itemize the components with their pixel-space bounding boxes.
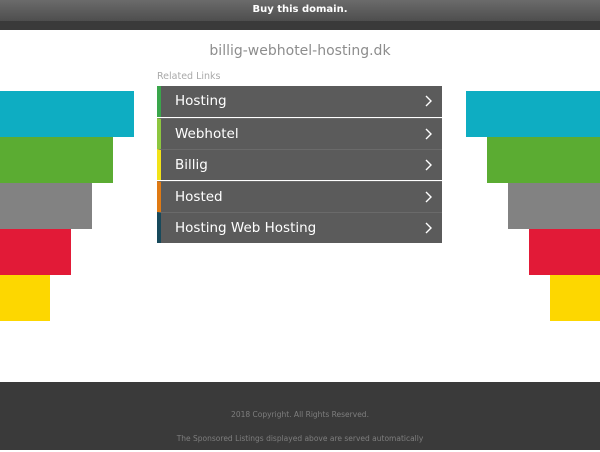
sponsored-disclaimer: The Sponsored Listings displayed above a… [176,434,424,443]
related-link-hosting[interactable]: Hosting [157,86,442,117]
related-link-label[interactable]: Hosting [175,86,227,117]
banner-divider [0,21,600,30]
left-bar-green [0,137,113,183]
right-bar-red [529,229,600,275]
disclaimer-continuation [175,446,425,452]
related-link-label[interactable]: Billig [175,150,208,181]
buy-domain-link[interactable]: Buy this domain. [252,4,347,15]
chevron-right-icon [425,159,432,171]
related-links-heading: Related Links [157,71,221,82]
related-link-webhotel[interactable]: Webhotel [157,117,442,150]
right-bar-yellow [550,275,600,321]
left-bar-yellow [0,275,50,321]
chevron-right-icon [425,128,432,140]
chevron-right-icon [425,222,432,234]
left-bar-red [0,229,71,275]
related-link-label[interactable]: Hosted [175,182,223,213]
chevron-right-icon [425,95,432,107]
right-bar-green [487,137,600,183]
chevron-right-icon [425,191,432,203]
domain-name-title: billig-webhotel-hosting.dk [209,43,391,59]
copyright-text: 2018 Copyright. All Rights Reserved. [231,410,369,419]
related-link-billig[interactable]: Billig [157,149,442,181]
related-link-label[interactable]: Webhotel [175,119,239,150]
related-link-hosted[interactable]: Hosted [157,180,442,213]
page-footer: 2018 Copyright. All Rights Reserved. The… [0,382,600,450]
left-bar-cyan [0,91,134,137]
right-bar-cyan [466,91,600,137]
related-link-label[interactable]: Hosting Web Hosting [175,213,316,244]
buy-domain-banner[interactable]: Buy this domain. [0,0,600,21]
related-links-list: Hosting Webhotel Billig Hosted Hosting W… [157,86,442,244]
related-link-hosting-web-hosting[interactable]: Hosting Web Hosting [157,212,442,244]
right-bar-gray [508,183,600,229]
left-bar-gray [0,183,92,229]
